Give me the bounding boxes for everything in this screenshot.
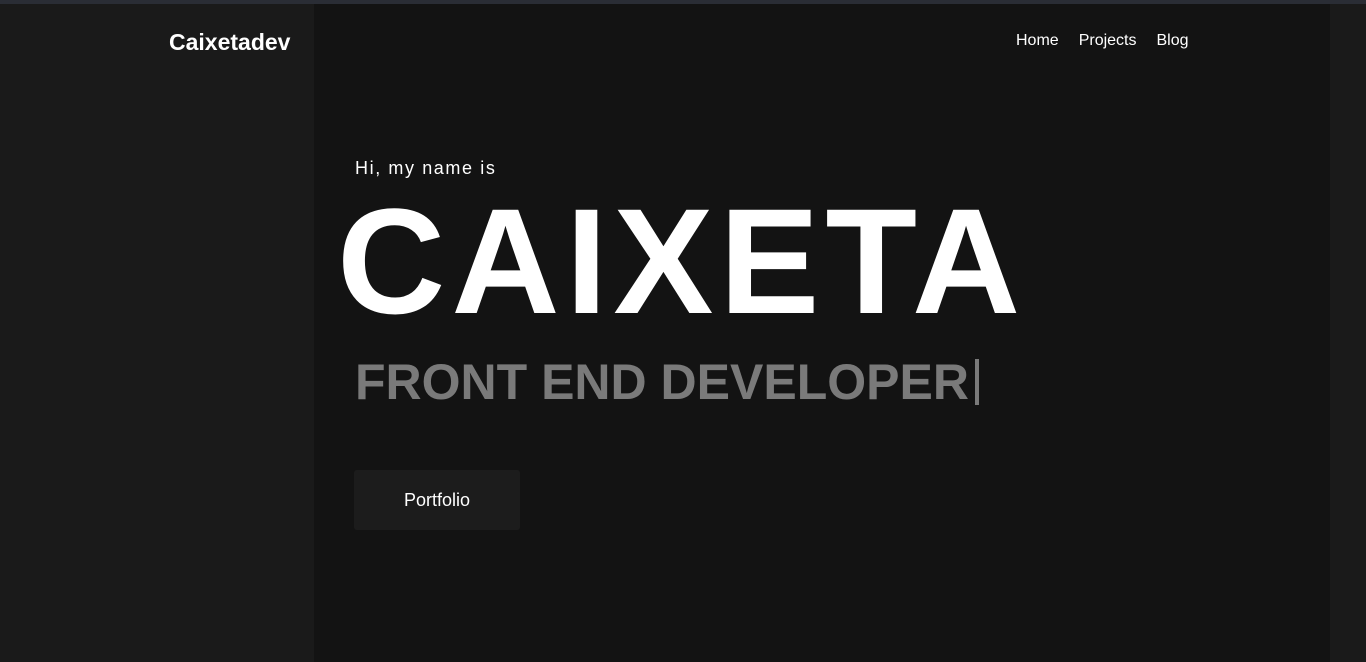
- hero-name: CAIXETA: [337, 177, 1027, 345]
- hero-role: FRONT END DEVELOPER: [355, 354, 969, 410]
- typing-caret: [974, 359, 979, 405]
- nav-home-link[interactable]: Home: [1016, 31, 1059, 51]
- nav-projects-link[interactable]: Projects: [1079, 31, 1137, 51]
- portfolio-button[interactable]: Portfolio: [354, 470, 520, 530]
- main-nav: Home Projects Blog: [1016, 31, 1189, 51]
- hero-greeting: Hi, my name is: [355, 158, 497, 178]
- hero-role-line: FRONT END DEVELOPER: [355, 355, 979, 409]
- brand-logo[interactable]: Caixetadev: [169, 28, 290, 56]
- nav-blog-link[interactable]: Blog: [1156, 31, 1188, 51]
- right-panel: [1330, 4, 1366, 662]
- left-panel: [0, 4, 314, 662]
